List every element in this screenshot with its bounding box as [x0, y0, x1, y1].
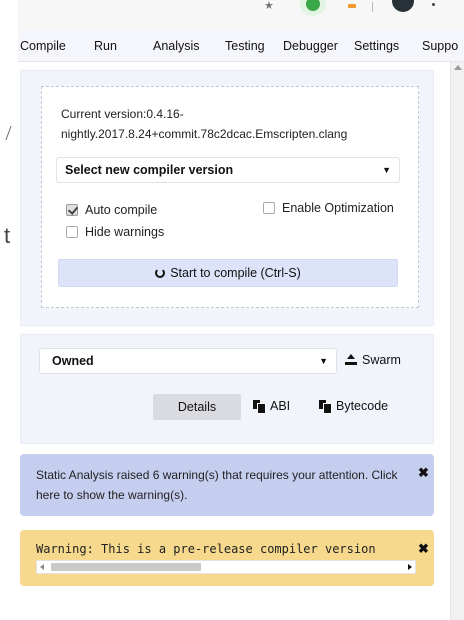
extension-icon[interactable]	[348, 4, 356, 8]
enable-optimization-option[interactable]: Enable Optimization	[263, 200, 394, 216]
horizontal-scrollbar[interactable]	[36, 560, 416, 574]
tab-analysis[interactable]: Analysis	[153, 39, 200, 53]
hide-warnings-option[interactable]: Hide warnings	[66, 224, 164, 240]
copy-icon	[319, 399, 332, 414]
tab-settings[interactable]: Settings	[354, 39, 399, 53]
copy-abi-button[interactable]: ABI	[253, 399, 291, 414]
caret-down-icon: ▼	[319, 356, 328, 366]
copy-bytecode-button[interactable]: Bytecode	[319, 399, 389, 414]
auto-compile-option[interactable]: Auto compile	[66, 202, 157, 218]
abi-label: ABI	[270, 399, 291, 413]
copy-icon	[253, 399, 266, 414]
tab-compile[interactable]: Compile	[20, 39, 66, 53]
contract-select-label: Owned	[52, 354, 94, 368]
compiler-version-select[interactable]: Select new compiler version ▼	[56, 157, 400, 183]
prerelease-warning-alert: Warning: This is a pre-release compiler …	[20, 530, 434, 586]
enable-optimization-label: Enable Optimization	[282, 201, 394, 215]
scroll-right-icon[interactable]	[408, 564, 412, 570]
details-label: Details	[177, 400, 217, 414]
contract-select[interactable]: Owned ▼	[39, 348, 337, 374]
tab-testing[interactable]: Testing	[225, 39, 265, 53]
auto-compile-checkbox[interactable]	[66, 204, 78, 216]
static-analysis-message[interactable]: Static Analysis raised 6 warning(s) that…	[36, 465, 416, 505]
upload-icon	[345, 354, 357, 366]
hide-warnings-checkbox[interactable]	[66, 226, 78, 238]
caret-down-icon: ▼	[382, 165, 391, 175]
close-icon[interactable]: ✖	[418, 465, 429, 481]
swarm-button[interactable]: Swarm	[345, 353, 401, 367]
text-fragment: t	[4, 223, 11, 248]
prerelease-warning-message: Warning: This is a pre-release compiler …	[36, 542, 376, 556]
menu-dots-icon[interactable]	[432, 0, 436, 10]
tab-support[interactable]: Suppo	[422, 39, 458, 53]
start-compile-button[interactable]: Start to compile (Ctrl-S)	[58, 259, 398, 287]
extension-icon[interactable]	[300, 0, 326, 16]
details-button[interactable]: Details	[153, 394, 241, 420]
close-icon[interactable]: ✖	[418, 541, 429, 557]
text-fragment	[5, 126, 15, 140]
compile-panel: Current version:0.4.16-nightly.2017.8.24…	[18, 62, 450, 620]
start-compile-label: Start to compile (Ctrl-S)	[170, 266, 301, 280]
enable-optimization-checkbox[interactable]	[263, 202, 275, 214]
star-icon[interactable]: ★	[264, 0, 274, 16]
tab-debugger[interactable]: Debugger	[283, 39, 338, 53]
scroll-up-icon[interactable]	[454, 65, 462, 70]
bytecode-label: Bytecode	[336, 399, 389, 413]
vertical-scrollbar[interactable]	[450, 62, 464, 620]
contract-section: Owned ▼ Swarm Details ABI Bytecode	[20, 334, 434, 444]
avatar[interactable]	[392, 0, 414, 12]
compiler-box: Current version:0.4.16-nightly.2017.8.24…	[41, 86, 419, 308]
page-edge: t	[0, 0, 18, 620]
scroll-left-icon[interactable]	[40, 564, 44, 570]
tab-run[interactable]: Run	[94, 39, 117, 53]
scrollbar-thumb[interactable]	[51, 563, 201, 571]
toolbar-divider	[372, 2, 373, 12]
static-analysis-alert[interactable]: Static Analysis raised 6 warning(s) that…	[20, 454, 434, 516]
swarm-label: Swarm	[362, 353, 401, 367]
browser-toolbar: ★	[18, 0, 464, 30]
refresh-icon	[155, 268, 166, 278]
compiler-section: Current version:0.4.16-nightly.2017.8.24…	[20, 70, 434, 326]
compiler-version-select-label: Select new compiler version	[65, 163, 234, 177]
hide-warnings-label: Hide warnings	[85, 225, 165, 239]
tab-bar: Compile Run Analysis Testing Debugger Se…	[18, 30, 464, 62]
compiler-version-label: Current version:0.4.16-nightly.2017.8.24…	[61, 107, 348, 141]
auto-compile-label: Auto compile	[85, 203, 158, 217]
